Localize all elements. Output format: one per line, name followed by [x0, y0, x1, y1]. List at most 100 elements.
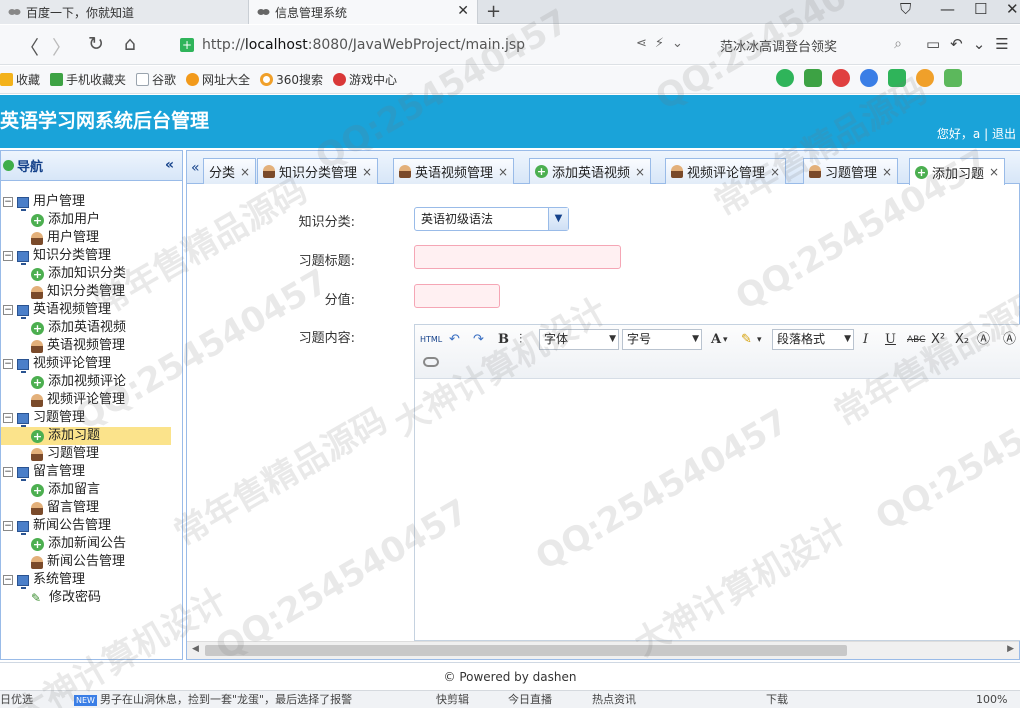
extension-icons[interactable] — [776, 69, 962, 87]
tree-item[interactable]: 视频评论管理 — [1, 391, 182, 409]
close-icon[interactable]: × — [989, 165, 999, 179]
collapse-toggle-icon[interactable]: − — [3, 251, 13, 261]
close-window-icon[interactable]: ✕ — [1006, 0, 1019, 18]
bookmark-mobile[interactable]: 手机收藏夹 — [50, 71, 126, 88]
close-icon[interactable]: × — [498, 165, 508, 179]
bookmark-sites[interactable]: 网址大全 — [186, 71, 250, 88]
tree-group[interactable]: − 留言管理 — [1, 463, 182, 481]
collapse-toggle-icon[interactable]: − — [3, 197, 13, 207]
status-item-quickcut[interactable]: 快剪辑 — [436, 691, 469, 708]
bookmark-google[interactable]: 谷歌 — [136, 71, 176, 88]
magnifier-icon[interactable] — [860, 69, 878, 87]
content-tab[interactable]: 视频评论管理 × — [665, 158, 787, 184]
tree-item[interactable]: 用户管理 — [1, 229, 182, 247]
font-color-button[interactable]: A — [711, 330, 721, 350]
scrollbar-thumb[interactable] — [205, 645, 847, 656]
bookmark-360[interactable]: 360搜索 — [260, 71, 323, 88]
search-box[interactable]: 范冰冰高调登台领奖 ⌕ — [712, 32, 908, 58]
content-tab[interactable]: + 添加英语视频 × — [529, 158, 652, 184]
close-icon[interactable]: × — [362, 165, 372, 179]
tree-item[interactable]: 习题管理 — [1, 445, 182, 463]
content-tab[interactable]: 分类 × — [203, 158, 257, 184]
title-input[interactable] — [414, 245, 621, 269]
collapse-toggle-icon[interactable]: − — [3, 413, 13, 423]
content-tab[interactable]: 英语视频管理 × — [393, 158, 515, 184]
tree-group[interactable]: − 用户管理 — [1, 193, 182, 211]
bookmark-games[interactable]: 游戏中心 — [332, 71, 397, 88]
category-select[interactable]: 英语初级语法 ▼ — [414, 207, 569, 231]
tree-item[interactable]: + 添加英语视频 — [1, 319, 182, 337]
collapse-toggle-icon[interactable]: − — [3, 575, 13, 585]
strikethrough-button[interactable]: ABC — [907, 330, 925, 350]
browser-tab-baidu[interactable]: 百度一下，你就知道 — [0, 0, 248, 24]
score-input[interactable] — [414, 284, 500, 308]
dropdown-arrow-icon[interactable]: ▾ — [723, 330, 728, 350]
tree-item[interactable]: 新闻公告管理 — [1, 553, 182, 571]
translate-icon[interactable] — [804, 69, 822, 87]
decrease-font-icon[interactable]: Ⓐ — [1003, 330, 1016, 350]
tree-group[interactable]: − 新闻公告管理 — [1, 517, 182, 535]
format-icon[interactable]: ⫶ — [519, 330, 522, 350]
status-item-live[interactable]: 今日直播 — [508, 691, 552, 708]
news-ticker[interactable]: NEW 男子在山洞休息，捡到一套"龙蛋"，最后选择了报警 — [74, 691, 352, 708]
content-tab[interactable]: 习题管理 × — [803, 158, 899, 184]
maximize-icon[interactable]: ☐ — [974, 0, 987, 18]
tree-group[interactable]: − 系统管理 — [1, 571, 182, 589]
search-icon[interactable]: ⌕ — [894, 36, 902, 52]
close-icon[interactable]: × — [770, 165, 780, 179]
bold-button[interactable]: B — [498, 330, 509, 350]
tree-item[interactable]: + 添加用户 — [1, 211, 182, 229]
zoom-level[interactable]: 100% — [976, 691, 1007, 708]
home-icon[interactable]: ⌂ — [124, 33, 136, 55]
content-tab[interactable]: 知识分类管理 × — [257, 158, 379, 184]
status-item[interactable]: 日优选 — [0, 691, 33, 708]
tab-scroll-left-icon[interactable]: « — [191, 160, 200, 176]
chat-icon[interactable] — [776, 69, 794, 87]
tree-item[interactable]: + 添加习题 — [1, 427, 171, 445]
close-icon[interactable]: × — [240, 165, 250, 179]
tree-item[interactable]: + 添加留言 — [1, 481, 182, 499]
gamepad-icon[interactable] — [888, 69, 906, 87]
tree-group[interactable]: − 视频评论管理 — [1, 355, 182, 373]
scroll-right-icon[interactable]: ▶ — [1007, 644, 1014, 654]
new-tab-icon[interactable]: + — [486, 1, 501, 22]
html-source-button[interactable]: HTML — [420, 330, 442, 350]
link-icon[interactable] — [423, 357, 439, 367]
collapse-icon[interactable]: « — [165, 157, 174, 173]
font-family-select[interactable]: 字体 ▼ — [539, 329, 619, 350]
collapse-toggle-icon[interactable]: − — [3, 467, 13, 477]
underline-button[interactable]: U — [885, 330, 896, 350]
close-icon[interactable]: × — [882, 165, 892, 179]
tree-group[interactable]: − 英语视频管理 — [1, 301, 182, 319]
close-icon[interactable]: × — [635, 165, 645, 179]
browser-tab-system[interactable]: 信息管理系统 ✕ — [248, 0, 478, 24]
toolbar-icons[interactable]: ▭↶⌄☰ — [926, 35, 1019, 53]
collapse-toggle-icon[interactable]: − — [3, 305, 13, 315]
tree-item[interactable]: ✎ 修改密码 — [1, 589, 182, 607]
back-icon[interactable]: 〈 — [20, 33, 39, 60]
bookmark-favorites[interactable]: 收藏 — [0, 71, 40, 88]
tree-item[interactable]: 留言管理 — [1, 499, 182, 517]
horizontal-scrollbar[interactable]: ◀ ▶ — [187, 641, 1019, 659]
reload-icon[interactable]: ↻ — [88, 33, 104, 55]
collapse-toggle-icon[interactable]: − — [3, 359, 13, 369]
superscript-button[interactable]: X² — [931, 330, 945, 350]
tree-group[interactable]: − 习题管理 — [1, 409, 182, 427]
tree-item[interactable]: 英语视频管理 — [1, 337, 182, 355]
status-item-download[interactable]: 下载 — [766, 691, 788, 708]
redo-icon[interactable]: ↷ — [473, 330, 484, 350]
tree-item[interactable]: + 添加知识分类 — [1, 265, 182, 283]
collapse-toggle-icon[interactable]: − — [3, 521, 13, 531]
tree-item[interactable]: 知识分类管理 — [1, 283, 182, 301]
dropdown-arrow-icon[interactable]: ▾ — [757, 330, 762, 350]
shirt-icon[interactable]: ⛉ — [900, 0, 911, 18]
yen-icon[interactable] — [916, 69, 934, 87]
tree-item[interactable]: + 添加视频评论 — [1, 373, 182, 391]
paragraph-format-select[interactable]: 段落格式 ▼ — [772, 329, 854, 350]
status-item-news[interactable]: 热点资讯 — [592, 691, 636, 708]
forward-icon[interactable]: 〉 — [52, 33, 71, 60]
editor-content-area[interactable] — [415, 379, 1020, 641]
undo-icon[interactable]: ↶ — [449, 330, 460, 350]
scissors-icon[interactable] — [832, 69, 850, 87]
font-size-select[interactable]: 字号 ▼ — [622, 329, 702, 350]
